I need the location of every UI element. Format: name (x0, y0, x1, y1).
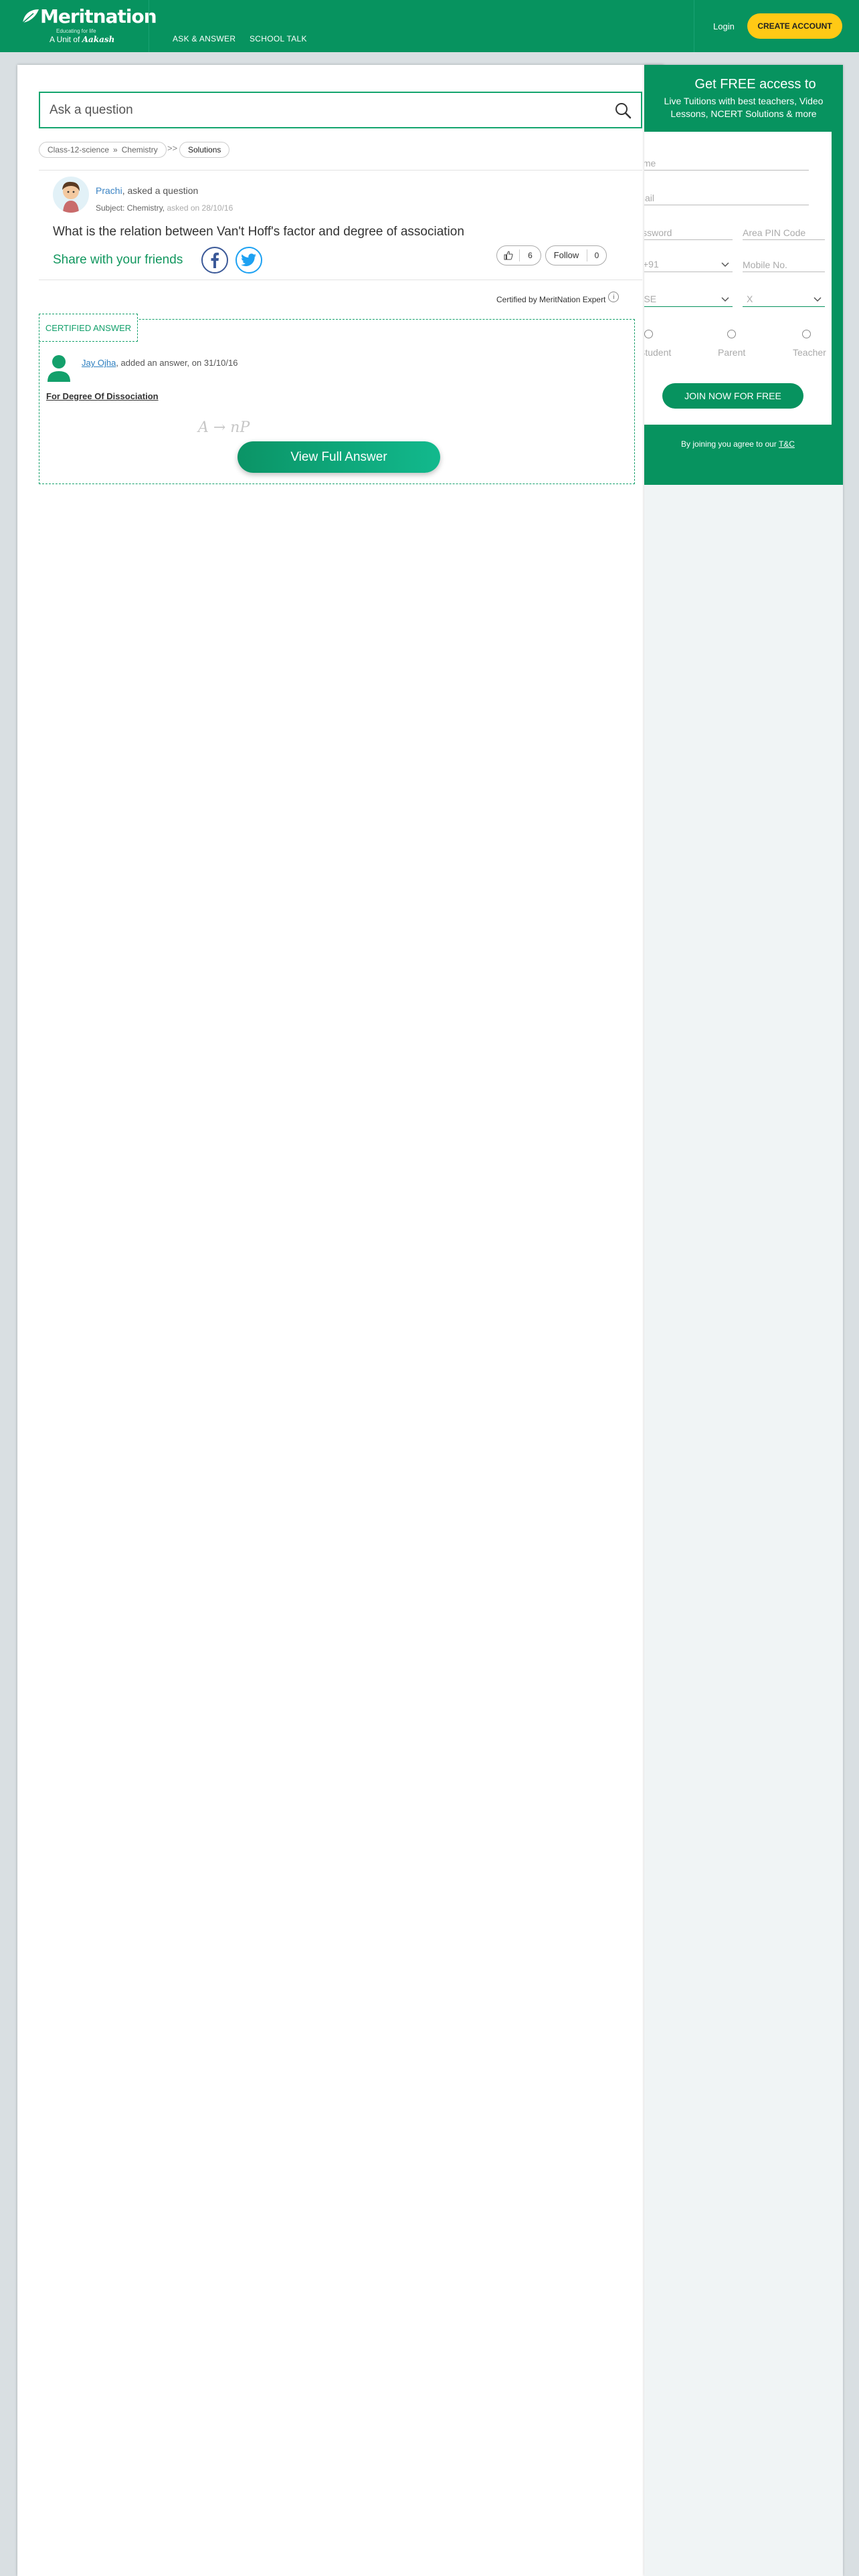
create-account-button[interactable]: CREATE ACCOUNT (747, 13, 842, 39)
signup-title: Get FREE access to (694, 77, 816, 92)
leaf-logo-icon (22, 9, 39, 23)
student-avatar-icon (62, 181, 80, 213)
chevron-down-icon (814, 297, 822, 302)
country-code-value: +91 (644, 259, 659, 270)
answerer-line: Jay Ojha, added an answer, on 31/10/16 (82, 358, 237, 368)
signup-panel: Get FREE access to Live Tuitions with be… (644, 65, 843, 2576)
like-button[interactable]: 6 (496, 245, 541, 265)
question-date: asked on 28/10/16 (167, 203, 233, 213)
role-label-teacher: Teacher (793, 347, 826, 358)
role-radio-teacher[interactable] (802, 330, 811, 338)
asker-name-link[interactable]: Prachi (96, 185, 122, 196)
facebook-share-button[interactable] (201, 247, 228, 274)
question-subject: Subject: Chemistry, (96, 203, 165, 213)
name-field[interactable] (644, 156, 809, 171)
terms-link[interactable]: T&C (779, 439, 795, 449)
signup-subtitle-line: Lessons, NCERT Solutions & more (670, 108, 817, 119)
asker-line: Prachi, asked a question (96, 185, 198, 196)
ask-question-bar (39, 92, 642, 128)
share-label: Share with your friends (53, 253, 183, 267)
password-field[interactable] (644, 225, 733, 240)
login-link[interactable]: Login (713, 21, 735, 31)
question-card: Class-12-science » Chemistry >> Solution… (17, 65, 664, 2576)
answerer-action: , added an answer, on 31/10/16 (116, 358, 238, 368)
follow-label: Follow (546, 249, 587, 261)
top-navbar: Meritnation Educating for life A Unit of… (0, 0, 859, 52)
follow-count: 0 (594, 251, 599, 260)
role-radio-student[interactable] (644, 330, 653, 338)
question-meta: Subject: Chemistry, asked on 28/10/16 (96, 203, 233, 213)
divider (39, 170, 642, 171)
grade-select[interactable]: X (743, 292, 825, 307)
view-full-answer-button[interactable]: View Full Answer (237, 441, 440, 473)
board-value: CBSE (644, 294, 657, 304)
role-radio-parent[interactable] (727, 330, 736, 338)
facebook-icon (211, 252, 219, 268)
mobile-field[interactable] (743, 257, 825, 272)
asker-action: , asked a question (122, 185, 199, 196)
follow-button[interactable]: Follow 0 (545, 245, 607, 265)
nav-ask-answer[interactable]: ASK & ANSWER (173, 34, 235, 43)
signup-subtitle: Live Tuitions with best teachers, Video … (644, 95, 843, 120)
role-label-parent: Parent (718, 347, 746, 358)
role-label-student: Student (644, 347, 672, 358)
info-icon[interactable]: i (608, 292, 619, 302)
answer-title: For Degree Of Dissociation (46, 391, 159, 401)
breadcrumb-arrow: >> (167, 143, 178, 153)
breadcrumb-separator: » (113, 145, 118, 154)
breadcrumb-class-subject[interactable]: Class-12-science » Chemistry (39, 142, 167, 158)
certified-by-note: Certified by MeritNation Expert i (496, 292, 619, 305)
unit-prefix: A Unit of (50, 35, 80, 44)
breadcrumb-section[interactable]: Solutions (179, 142, 230, 158)
nav-school-talk[interactable]: SCHOOL TALK (250, 34, 307, 43)
pin-code-field[interactable] (743, 225, 825, 240)
board-select[interactable]: CBSE (644, 292, 733, 307)
breadcrumb-subject: Chemistry (121, 145, 158, 154)
twitter-share-button[interactable] (235, 247, 262, 274)
unit-name: Aakash (82, 35, 115, 44)
breadcrumb-class: Class-12-science (47, 145, 110, 154)
signup-form: +91 CBSE X Student Parent Teacher JOIN N… (644, 132, 832, 425)
asker-avatar (53, 177, 89, 213)
country-code-select[interactable]: +91 (644, 257, 733, 272)
brand-unit: A Unit of Aakash (50, 35, 114, 44)
certified-answer-badge: CERTIFIED ANSWER (39, 314, 138, 342)
grade-value: X (747, 294, 753, 304)
like-count: 6 (528, 251, 533, 260)
email-field[interactable] (644, 191, 809, 205)
search-icon[interactable] (614, 102, 632, 119)
brand-name: Meritnation (40, 5, 157, 27)
chevron-down-icon (721, 262, 729, 267)
terms-note: By joining you agree to our T&C (644, 439, 832, 449)
user-icon (47, 355, 70, 382)
chevron-down-icon (721, 297, 729, 302)
signup-subtitle-line: Live Tuitions with best teachers, Video (664, 96, 824, 106)
signup-header: Get FREE access to Live Tuitions with be… (644, 65, 843, 485)
answer-preview: A → nP (198, 419, 250, 436)
certified-by-text: Certified by MeritNation Expert (496, 295, 606, 304)
brand-tagline: Educating for life (56, 28, 96, 34)
ask-question-input[interactable] (50, 102, 598, 118)
join-now-button[interactable]: JOIN NOW FOR FREE (662, 383, 803, 409)
question-text: What is the relation between Van't Hoff'… (53, 225, 464, 239)
meritnation-logo[interactable]: Meritnation Educating for life A Unit of… (16, 4, 157, 48)
thumbs-up-icon (497, 249, 520, 261)
answerer-name-link[interactable]: Jay Ojha (82, 358, 116, 368)
twitter-icon (241, 253, 256, 266)
terms-prefix: By joining you agree to our (681, 439, 777, 449)
answerer-avatar (46, 354, 72, 382)
